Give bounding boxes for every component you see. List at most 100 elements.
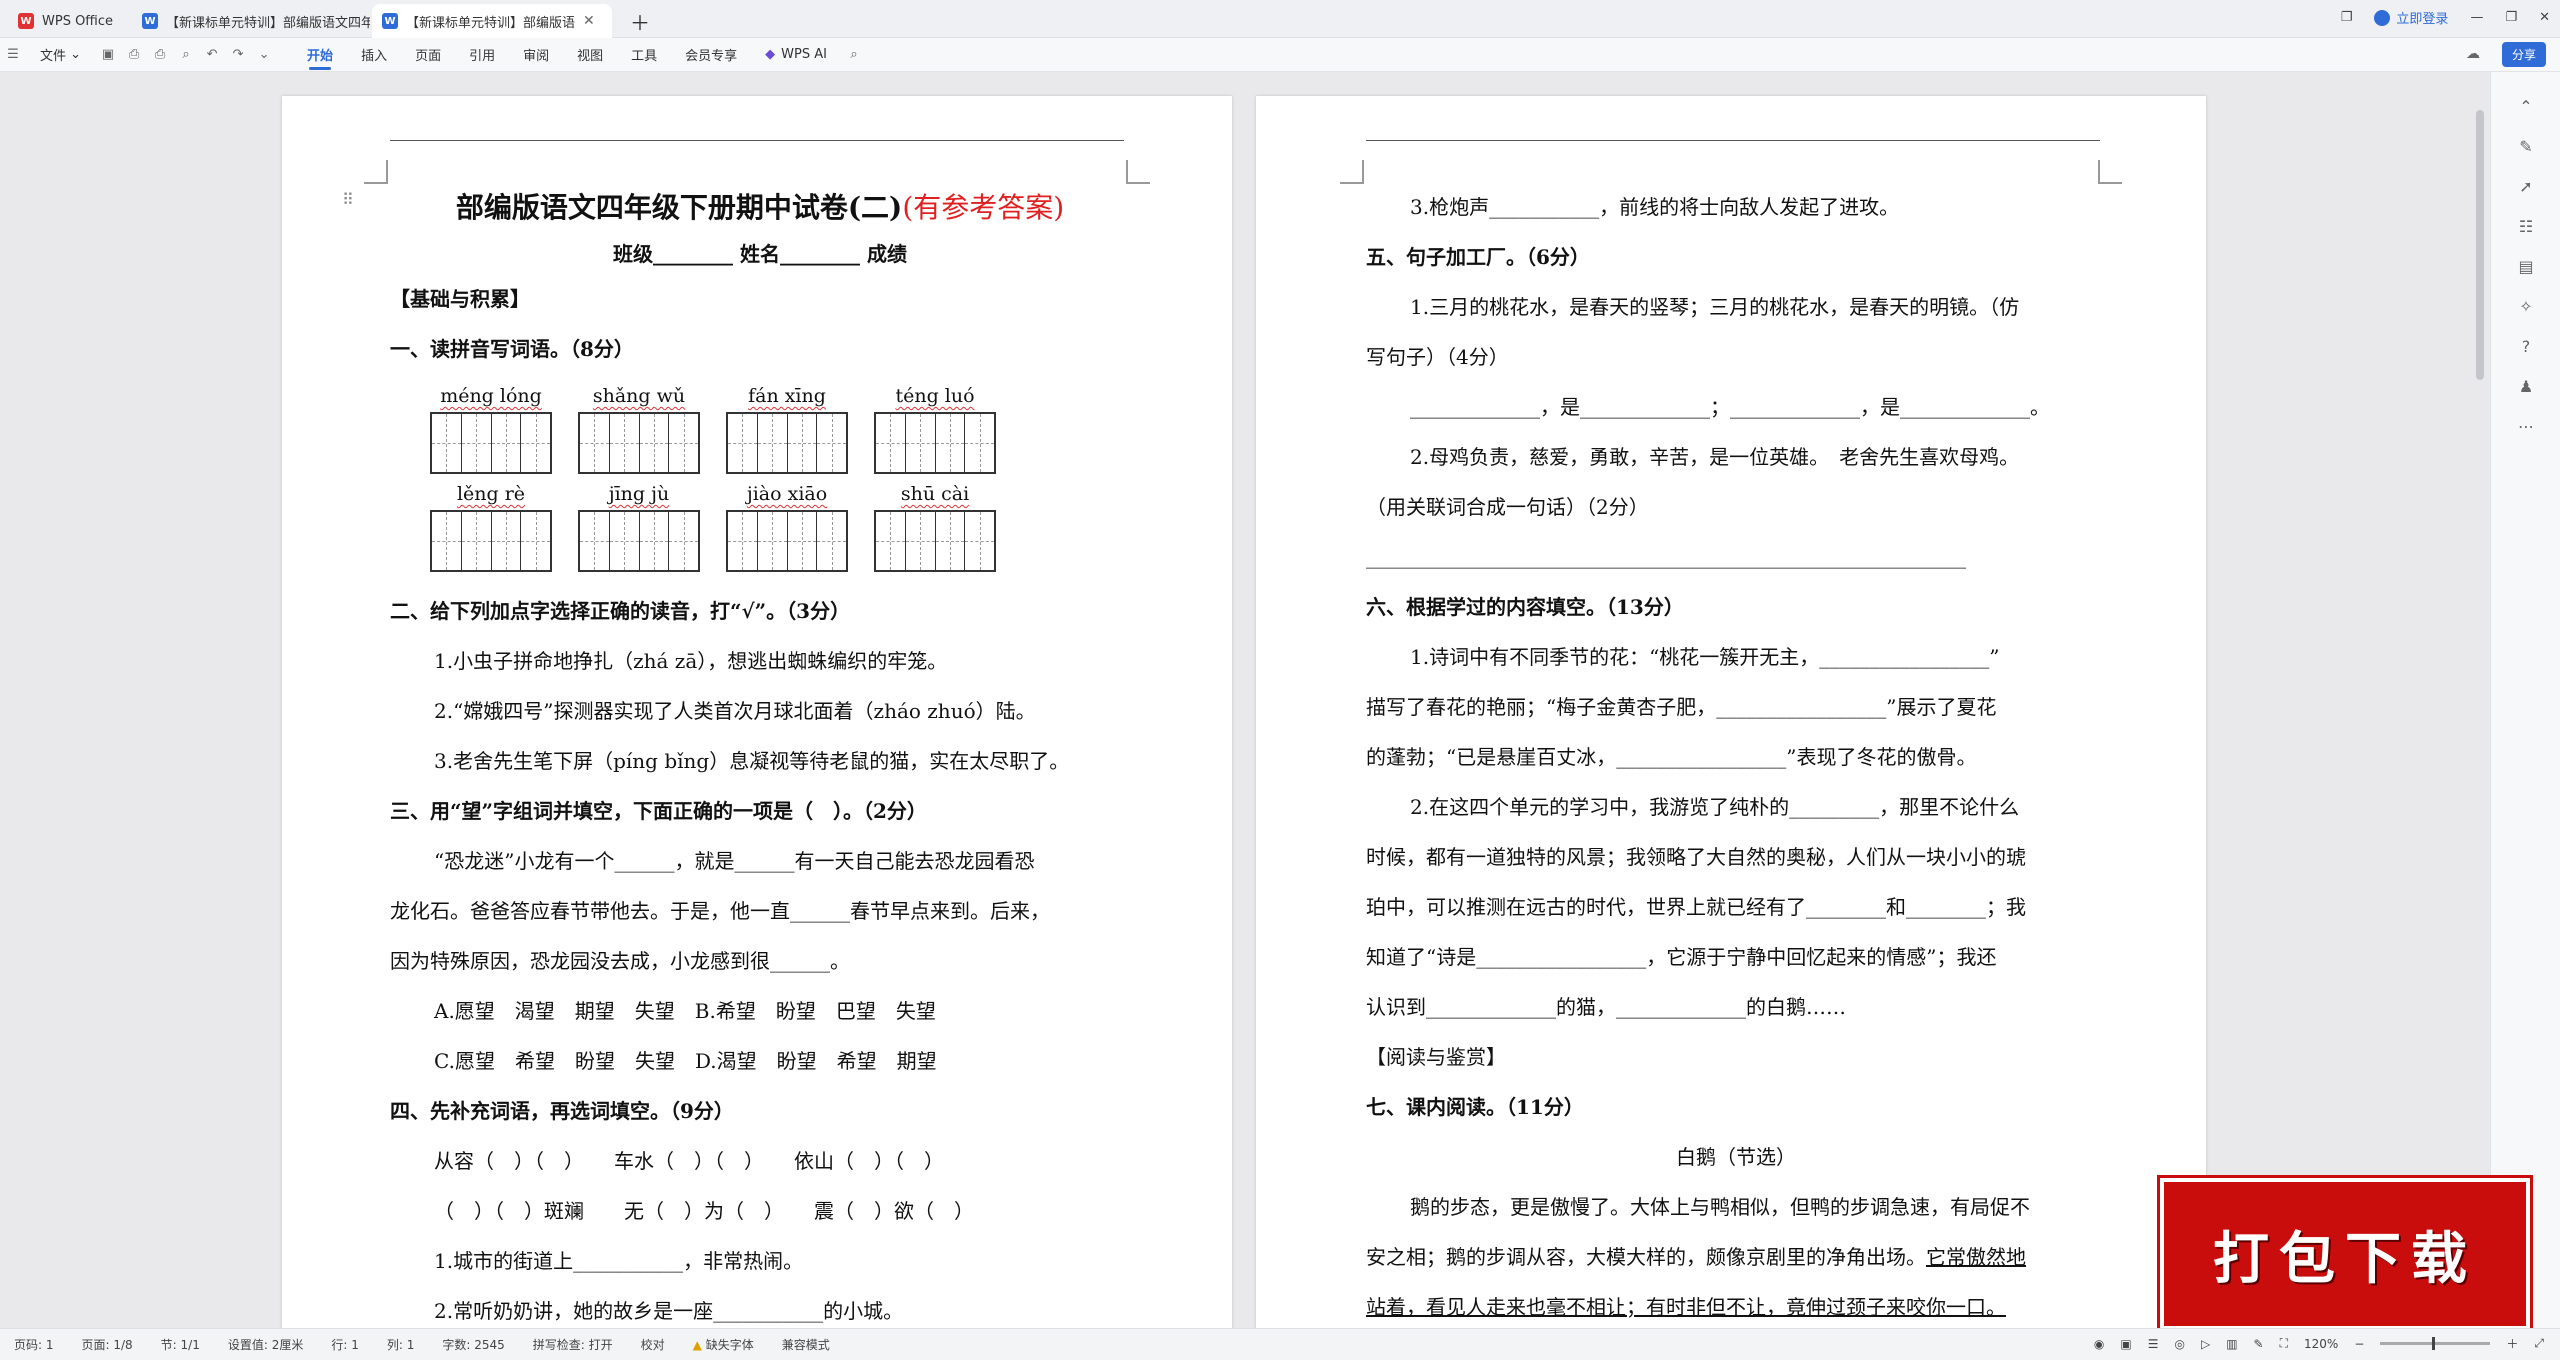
status-row[interactable]: 行: 1 xyxy=(317,1336,373,1353)
pinyin-text: shū cài xyxy=(900,483,970,505)
passage-underlined-line: 站着，看见人走来也毫不相让；有时非但不让，竟伸过颈子来咬你一口。 xyxy=(1366,1295,2006,1319)
window-layout-icon[interactable]: ❐ xyxy=(2341,10,2353,25)
tab-review[interactable]: 审阅 xyxy=(509,38,563,72)
save-icon[interactable]: ▣ xyxy=(95,42,121,68)
file-menu[interactable]: 文件 ⌄ xyxy=(26,38,95,72)
margin-corner-mark xyxy=(2098,160,2122,184)
question-5-item-1-blanks: _____________，是_____________；___________… xyxy=(1410,395,2050,419)
writing-boxes[interactable] xyxy=(430,510,552,572)
edit-icon[interactable]: ✎ xyxy=(2254,1337,2264,1351)
share-button[interactable]: 分享 xyxy=(2501,42,2546,67)
missing-font-label: 缺失字体 xyxy=(705,1338,754,1352)
layout-icon[interactable]: ▥ xyxy=(2226,1337,2237,1351)
collapse-icon[interactable]: ⌃ xyxy=(2491,86,2560,126)
eye-icon[interactable]: ◉ xyxy=(2094,1337,2104,1351)
undo-icon[interactable]: ↶ xyxy=(199,42,225,68)
writing-boxes[interactable] xyxy=(578,510,700,572)
status-section[interactable]: 节: 1/1 xyxy=(147,1336,214,1353)
cloud-icon[interactable]: ☁ xyxy=(2466,46,2480,62)
more-icon[interactable]: ⌄ xyxy=(251,42,277,68)
status-setting[interactable]: 设置值: 2厘米 xyxy=(214,1336,318,1353)
page-1-content: 部编版语文四年级下册期中试卷(二)(有参考答案) 班级________ 姓名__… xyxy=(390,182,1130,1328)
pinyin-item: jīng jù xyxy=(578,478,700,572)
web-view-icon[interactable]: ◎ xyxy=(2174,1337,2184,1351)
page-view-icon[interactable]: ▣ xyxy=(2120,1337,2131,1351)
exam-title-text: 部编版语文四年级下册期中试卷(二) xyxy=(455,191,903,224)
pen-icon[interactable]: ✎ xyxy=(2491,126,2560,166)
restore-icon[interactable]: ❐ xyxy=(2505,10,2517,25)
tab-member[interactable]: 会员专享 xyxy=(671,38,751,72)
scrollbar-thumb[interactable] xyxy=(2476,110,2484,380)
pinyin-item: téng luó xyxy=(874,380,996,474)
question-3-passage-line: 龙化石。爸爸答应春节带他去。于是，他一直______春节早点来到。后来， xyxy=(390,899,1050,923)
shirt-icon[interactable]: ♟ xyxy=(2491,366,2560,406)
adjust-icon[interactable]: ☷ xyxy=(2491,206,2560,246)
fit-icon[interactable]: ⛶ xyxy=(2280,1336,2288,1351)
status-missing-font[interactable]: ▲ 缺失字体 xyxy=(679,1336,768,1353)
question-5-item-2: 2.母鸡负责，慈爱，勇敢，辛苦，是一位英雄。 老舍先生喜欢母鸡。 xyxy=(1410,445,2020,469)
redo-icon[interactable]: ↷ xyxy=(225,42,251,68)
document-tools-icon[interactable]: ▤ xyxy=(2491,246,2560,286)
writing-boxes[interactable] xyxy=(874,510,996,572)
print-preview-icon[interactable]: ⌕ xyxy=(173,42,199,68)
pinyin-item: shǎng wǔ xyxy=(578,380,700,474)
zoom-out-icon[interactable]: − xyxy=(2354,1337,2364,1351)
close-window-icon[interactable]: ✕ xyxy=(2539,10,2550,25)
writing-boxes[interactable] xyxy=(726,412,848,474)
writing-boxes[interactable] xyxy=(874,412,996,474)
share-label: 分享 xyxy=(2511,48,2536,62)
hamburger-menu-icon[interactable]: ☰ xyxy=(0,42,26,68)
status-page[interactable]: 页码: 1 xyxy=(0,1336,68,1353)
status-words[interactable]: 字数: 2545 xyxy=(428,1336,518,1353)
help-icon[interactable]: ? xyxy=(2491,326,2560,366)
login-button[interactable]: 立即登录 xyxy=(2374,8,2448,27)
status-col[interactable]: 列: 1 xyxy=(373,1336,429,1353)
list-view-icon[interactable]: ☰ xyxy=(2148,1337,2159,1351)
more-options-icon[interactable]: ⋯ xyxy=(2491,406,2560,446)
writing-boxes[interactable] xyxy=(578,412,700,474)
tab-tools[interactable]: 工具 xyxy=(617,38,671,72)
status-proofread[interactable]: 校对 xyxy=(627,1336,679,1353)
tab-reference[interactable]: 引用 xyxy=(455,38,509,72)
wps-ai-button[interactable]: ◆ WPS AI xyxy=(751,38,841,72)
status-pages[interactable]: 页面: 1/8 xyxy=(68,1336,147,1353)
minimize-icon[interactable]: — xyxy=(2470,10,2483,25)
question-4-item-3: 3.枪炮声___________，前线的将士向敌人发起了进攻。 xyxy=(1410,195,1900,219)
tab-start[interactable]: 开始 xyxy=(293,38,347,72)
zoom-level[interactable]: 120% xyxy=(2304,1337,2338,1351)
avatar-icon xyxy=(2374,9,2391,26)
select-cursor-icon[interactable]: ➚ xyxy=(2491,166,2560,206)
tab-page[interactable]: 页面 xyxy=(401,38,455,72)
exam-title-answer-note: (有参考答案) xyxy=(902,191,1065,224)
fullscreen-icon[interactable]: ⤢ xyxy=(2534,1336,2544,1351)
tab-wps-office[interactable]: W WPS Office xyxy=(8,4,130,38)
writing-boxes[interactable] xyxy=(430,412,552,474)
wps-ai-label: WPS AI xyxy=(781,47,827,62)
search-icon[interactable]: ⌕ xyxy=(841,42,867,68)
margin-corner-mark xyxy=(364,160,388,184)
passage-underlined-text: 它常傲然地 xyxy=(1926,1245,2026,1269)
new-tab-button[interactable]: ＋ xyxy=(620,4,664,38)
tab-document-2[interactable]: W 【新课标单元特训】部编版语 ✕ xyxy=(372,4,612,38)
vertical-scrollbar[interactable] xyxy=(2476,80,2484,1320)
passage-text: 安之相；鹅的步调从容，大模大样的，颇像京剧里的净角出场。 xyxy=(1366,1245,1926,1269)
writing-boxes[interactable] xyxy=(726,510,848,572)
tools-icon[interactable]: ✧ xyxy=(2491,286,2560,326)
drag-handle-icon[interactable]: ⠿ xyxy=(342,190,354,209)
header-line xyxy=(390,140,1124,141)
zoom-slider[interactable] xyxy=(2380,1337,2491,1350)
question-4-words-row-2: （ ）（ ）斑斓 无（ ）为（ ） 震（ ）欲（ ） xyxy=(434,1199,974,1223)
close-tab-icon[interactable]: ✕ xyxy=(583,13,595,29)
section-basic: 【基础与积累】 xyxy=(390,287,530,311)
download-package-banner[interactable]: 打包下载 xyxy=(2160,1178,2530,1330)
tab-view[interactable]: 视图 xyxy=(563,38,617,72)
print-icon[interactable]: ⎙ xyxy=(147,42,173,68)
zoom-in-icon[interactable]: ＋ xyxy=(2506,1335,2518,1352)
status-spellcheck[interactable]: 拼写检查: 打开 xyxy=(519,1336,627,1353)
tab-document-1[interactable]: W 【新课标单元特训】部编版语文四年 xyxy=(132,4,370,38)
margin-corner-mark xyxy=(1126,160,1150,184)
export-icon[interactable]: ⎙ xyxy=(121,42,147,68)
play-icon[interactable]: ▷ xyxy=(2201,1337,2210,1351)
tab-insert[interactable]: 插入 xyxy=(347,38,401,72)
page-1: ⠿ 部编版语文四年级下册期中试卷(二)(有参考答案) 班级________ 姓名… xyxy=(282,96,1232,1328)
